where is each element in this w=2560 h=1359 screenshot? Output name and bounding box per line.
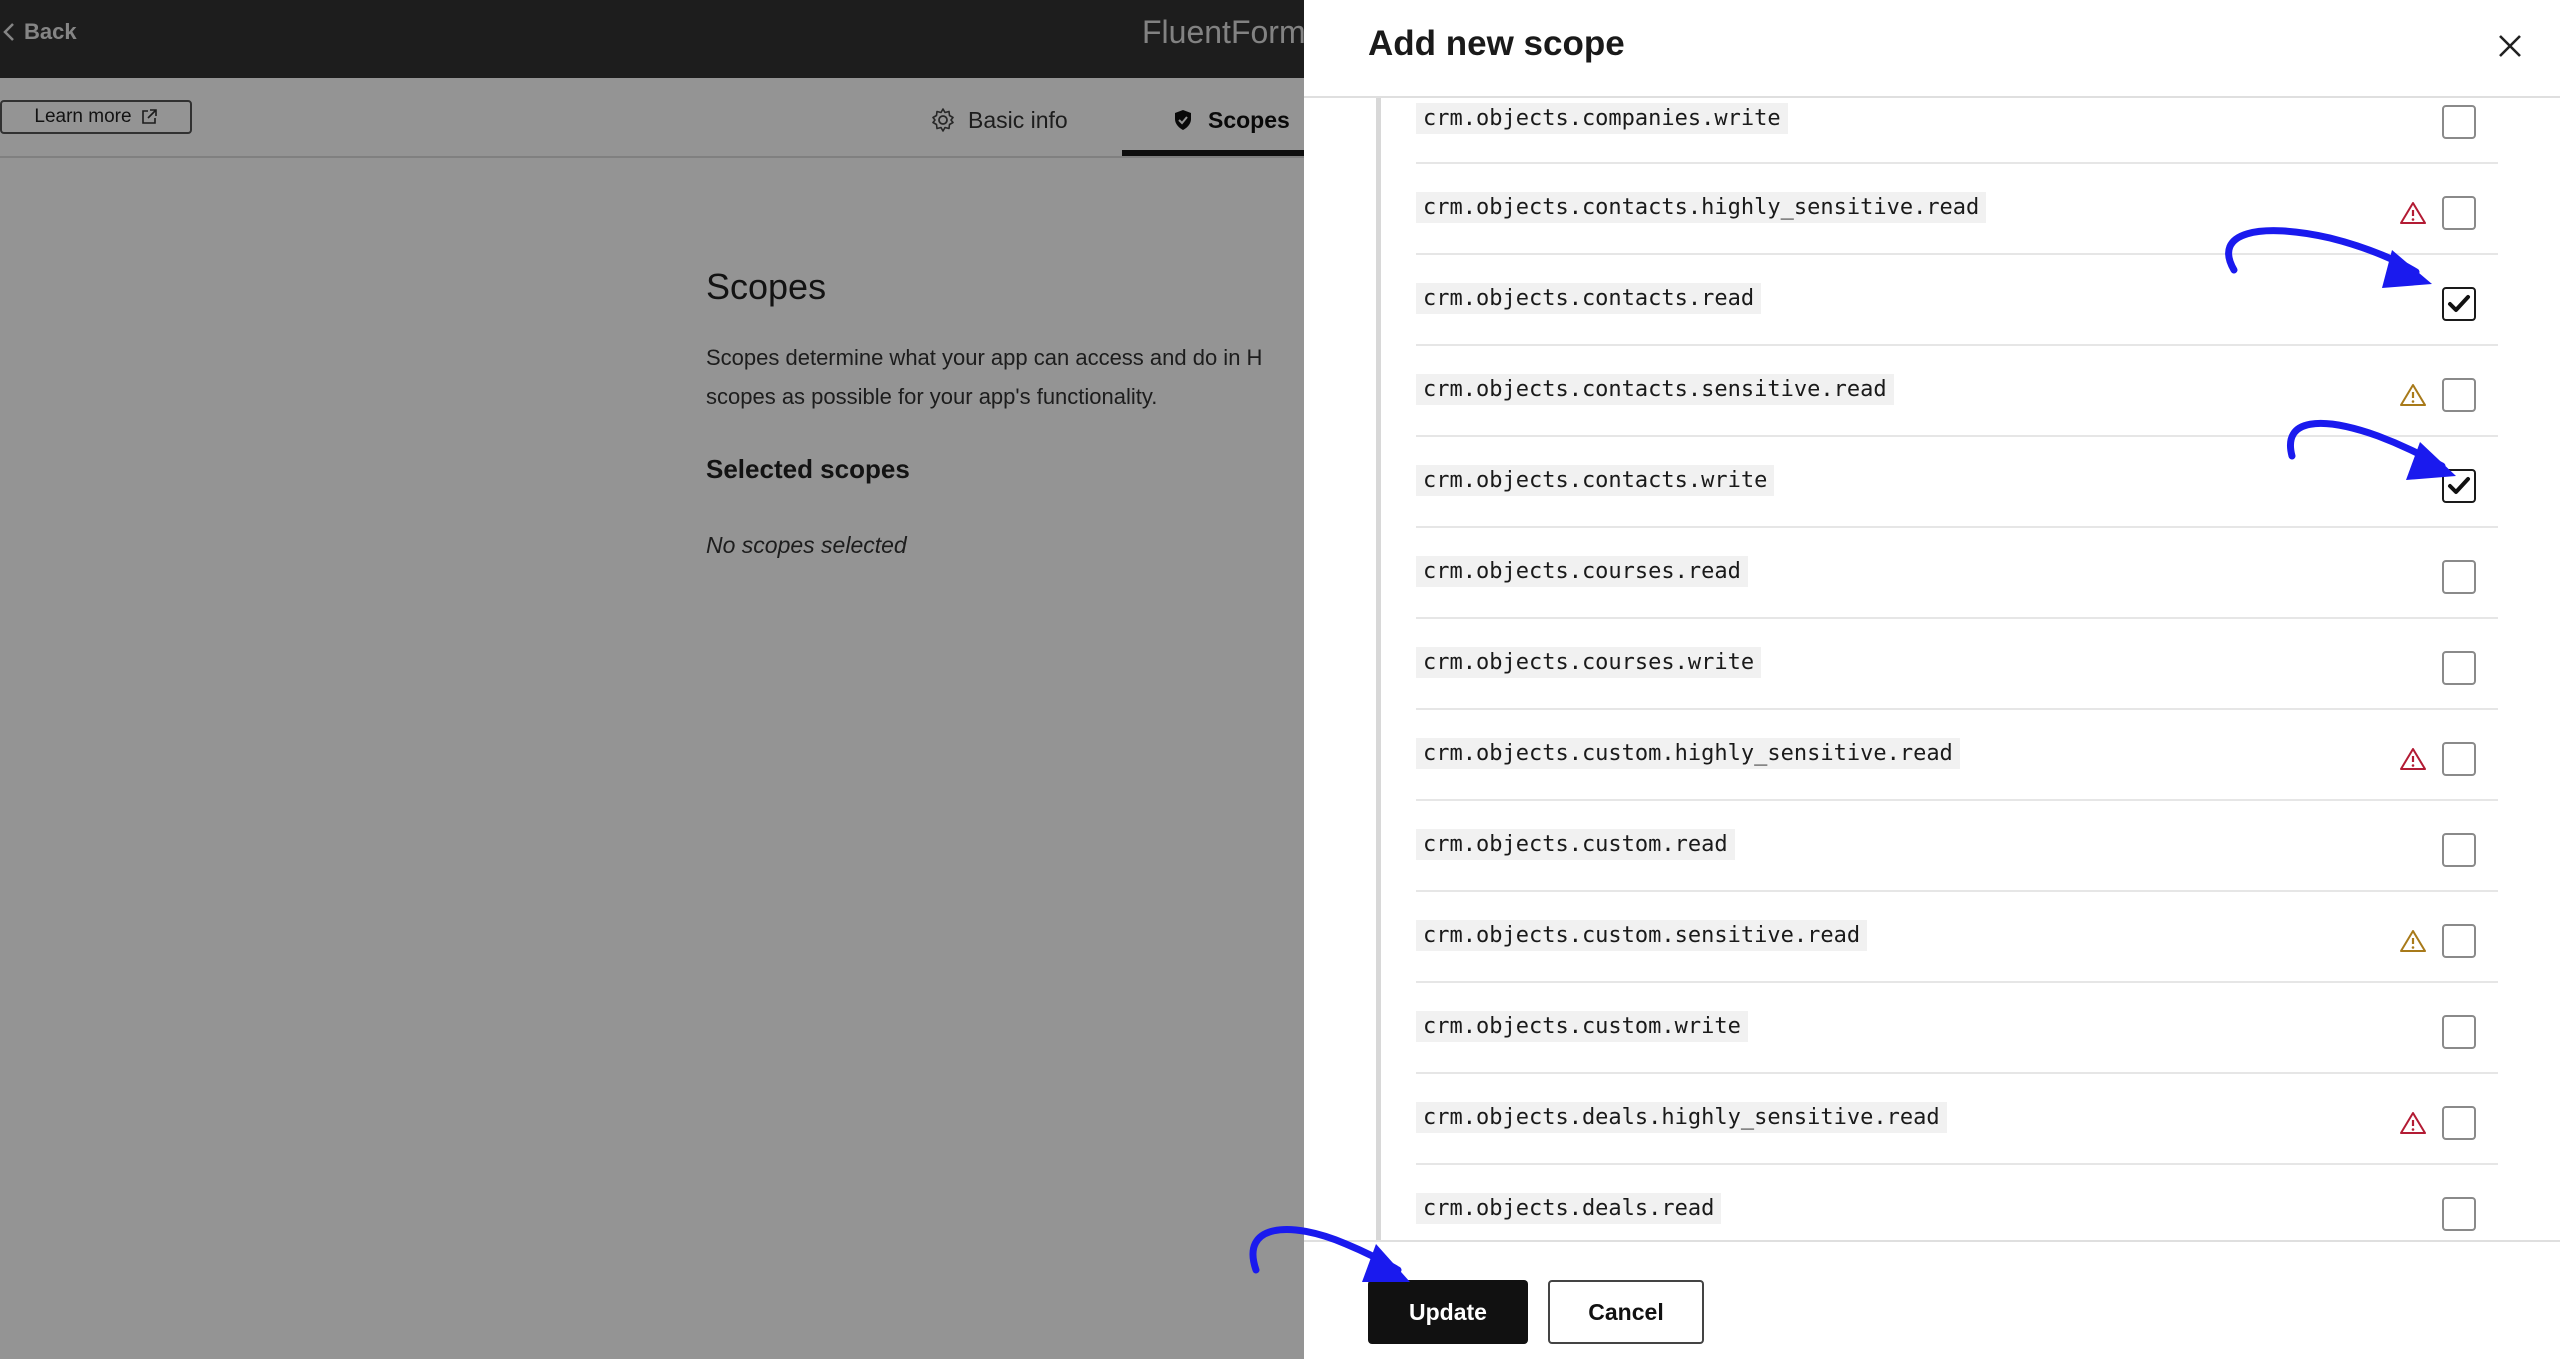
add-scope-panel: Add new scope crm.objects.companies.writ… xyxy=(1304,0,2560,1359)
panel-header: Add new scope xyxy=(1304,0,2560,98)
scope-list-scroll[interactable]: crm.objects.companies.write crm.objects.c… xyxy=(1376,98,2560,1240)
scope-checkbox[interactable] xyxy=(2442,742,2476,776)
scope-name: crm.objects.companies.write xyxy=(1416,103,1788,134)
warning-icon xyxy=(2400,383,2426,407)
scope-row: crm.objects.contacts.read xyxy=(1416,255,2498,346)
scope-checkbox[interactable] xyxy=(2442,651,2476,685)
scope-name: crm.objects.deals.read xyxy=(1416,1193,1722,1224)
scope-name: crm.objects.custom.sensitive.read xyxy=(1416,920,1868,951)
warning-icon xyxy=(2400,201,2426,225)
scope-name: crm.objects.contacts.read xyxy=(1416,283,1762,314)
scope-checkbox[interactable] xyxy=(2442,924,2476,958)
scope-name: crm.objects.custom.read xyxy=(1416,829,1735,860)
scope-name: crm.objects.deals.highly_sensitive.read xyxy=(1416,1102,1947,1133)
panel-title: Add new scope xyxy=(1368,24,1625,63)
scope-name: crm.objects.contacts.write xyxy=(1416,465,1775,496)
scope-row: crm.objects.contacts.write xyxy=(1416,437,2498,528)
warning-icon xyxy=(2400,747,2426,771)
scope-checkbox[interactable] xyxy=(2442,560,2476,594)
scope-row: crm.objects.companies.write xyxy=(1416,98,2498,164)
scope-name: crm.objects.contacts.sensitive.read xyxy=(1416,374,1894,405)
scope-checkbox[interactable] xyxy=(2442,1015,2476,1049)
scope-row: crm.objects.custom.sensitive.read xyxy=(1416,892,2498,983)
scope-row: crm.objects.custom.write xyxy=(1416,983,2498,1074)
scope-name: crm.objects.custom.write xyxy=(1416,1011,1748,1042)
scope-checkbox[interactable] xyxy=(2442,196,2476,230)
close-icon xyxy=(2499,35,2521,57)
scope-row: crm.objects.deals.read xyxy=(1416,1165,2498,1240)
warning-icon xyxy=(2400,929,2426,953)
scope-list: crm.objects.companies.write crm.objects.c… xyxy=(1416,98,2498,1240)
warning-icon xyxy=(2400,1111,2426,1135)
scope-row: crm.objects.custom.read xyxy=(1416,801,2498,892)
scope-checkbox[interactable] xyxy=(2442,1197,2476,1231)
scope-checkbox[interactable] xyxy=(2442,105,2476,139)
scope-checkbox[interactable] xyxy=(2442,1106,2476,1140)
cancel-button[interactable]: Cancel xyxy=(1548,1280,1704,1344)
scope-checkbox[interactable] xyxy=(2442,833,2476,867)
scope-row: crm.objects.deals.highly_sensitive.read xyxy=(1416,1074,2498,1165)
scope-row: crm.objects.custom.highly_sensitive.read xyxy=(1416,710,2498,801)
update-button[interactable]: Update xyxy=(1368,1280,1528,1344)
scope-name: crm.objects.contacts.highly_sensitive.re… xyxy=(1416,192,1987,223)
scroll-rail xyxy=(1376,98,1381,1240)
scope-checkbox[interactable] xyxy=(2442,469,2476,503)
modal-overlay[interactable] xyxy=(0,0,1304,1359)
scope-checkbox[interactable] xyxy=(2442,378,2476,412)
scope-checkbox[interactable] xyxy=(2442,287,2476,321)
scope-name: crm.objects.courses.write xyxy=(1416,647,1762,678)
scope-row: crm.objects.contacts.highly_sensitive.re… xyxy=(1416,164,2498,255)
scope-row: crm.objects.contacts.sensitive.read xyxy=(1416,346,2498,437)
scope-row: crm.objects.courses.read xyxy=(1416,528,2498,619)
panel-footer: Update Cancel xyxy=(1304,1240,2560,1359)
scope-row: crm.objects.courses.write xyxy=(1416,619,2498,710)
scope-name: crm.objects.courses.read xyxy=(1416,556,1748,587)
close-button[interactable] xyxy=(2492,28,2528,64)
scope-name: crm.objects.custom.highly_sensitive.read xyxy=(1416,738,1960,769)
